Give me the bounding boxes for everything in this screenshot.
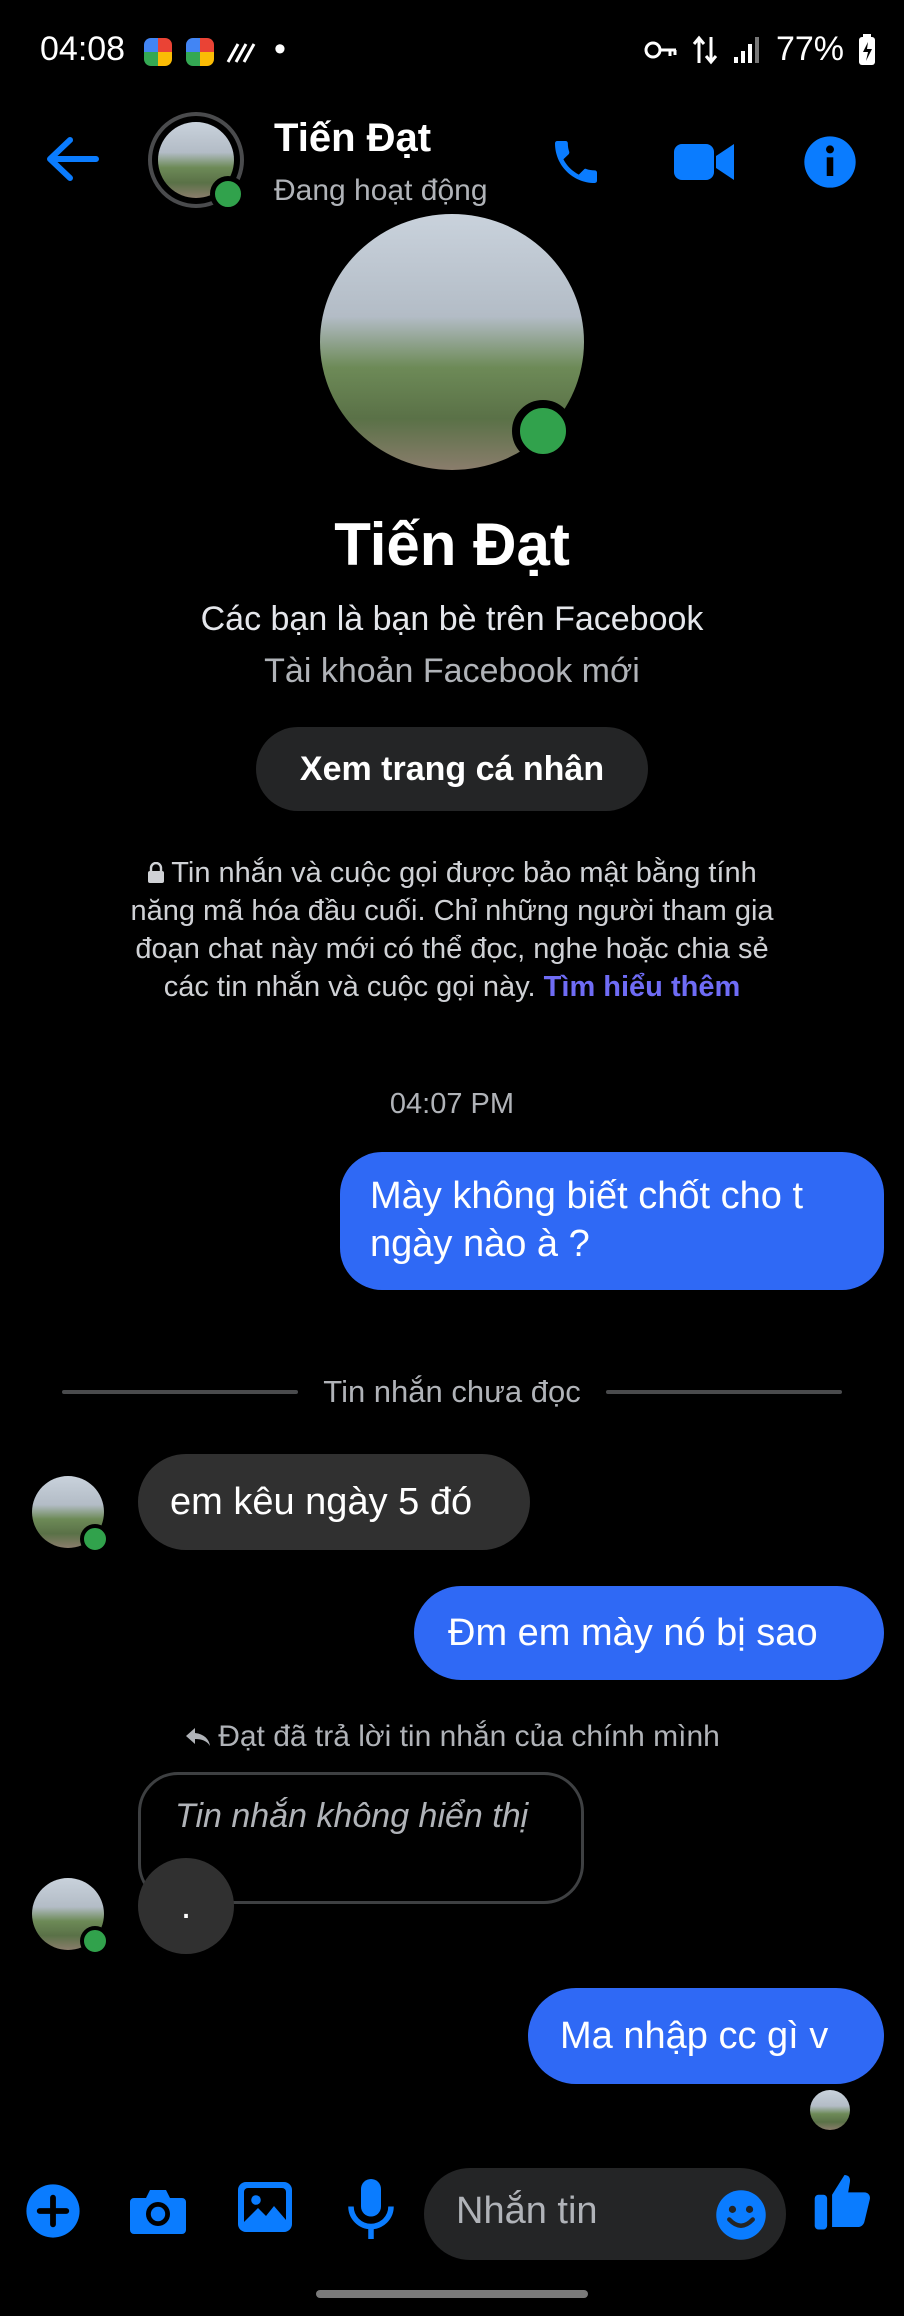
like-thumb-icon[interactable] xyxy=(812,2170,872,2232)
signal-icon xyxy=(733,36,759,63)
emoji-icon[interactable] xyxy=(714,2188,768,2242)
battery-icon xyxy=(859,33,875,65)
plus-icon[interactable] xyxy=(24,2182,82,2240)
phone-call-icon[interactable] xyxy=(548,134,604,190)
profile-name: Tiến Đạt xyxy=(334,511,570,578)
gallery-icon[interactable] xyxy=(236,2180,294,2234)
status-right: 77% xyxy=(644,30,876,69)
key-icon xyxy=(644,41,677,58)
learn-more-link[interactable]: Tìm hiểu thêm xyxy=(544,971,741,1003)
app-notification-icon xyxy=(144,38,172,66)
reply-note-text: Đạt đã trả lời tin nhắn của chính mình xyxy=(218,1720,720,1753)
incoming-message[interactable]: . xyxy=(138,1858,234,1954)
outgoing-message[interactable]: Đm em mày nó bị sao xyxy=(414,1586,884,1680)
app-notification-icon xyxy=(186,38,214,66)
status-time: 04:08 xyxy=(40,30,126,68)
camera-icon[interactable] xyxy=(128,2184,188,2236)
outgoing-message[interactable]: Mày không biết chốt cho t ngày nào à ? xyxy=(340,1152,884,1290)
sender-online-indicator xyxy=(80,1926,110,1956)
profile-online-indicator xyxy=(512,400,574,462)
message-timestamp: 04:07 PM xyxy=(389,1088,515,1120)
view-profile-button[interactable]: Xem trang cá nhân xyxy=(256,727,648,811)
read-receipt-avatar xyxy=(810,2090,850,2130)
header-online-indicator xyxy=(210,176,246,212)
data-transfer-icon xyxy=(692,35,718,64)
reply-arrow-icon xyxy=(186,1728,211,1746)
encryption-notice: Tin nhắn và cuộc gọi được bảo mật bằng t… xyxy=(130,854,774,1006)
message-input[interactable]: Nhắn tin xyxy=(424,2168,786,2260)
status-dot: • xyxy=(274,30,286,68)
message-text-line: ngày nào à ? xyxy=(370,1223,590,1265)
new-account-line: Tài khoản Facebook mới xyxy=(264,652,640,690)
home-indicator[interactable] xyxy=(316,2290,588,2298)
back-arrow-icon[interactable] xyxy=(44,134,100,184)
header-contact-name[interactable]: Tiến Đạt xyxy=(274,116,431,161)
message-text-line: Mày không biết chốt cho t xyxy=(370,1175,804,1217)
header-active-status: Đang hoạt động xyxy=(274,174,488,207)
unread-divider-line-right xyxy=(606,1390,842,1394)
sync-icon xyxy=(226,43,256,63)
incoming-message[interactable]: em kêu ngày 5 đó xyxy=(138,1454,530,1550)
battery-percent: 77% xyxy=(775,30,844,68)
lock-icon xyxy=(148,861,165,883)
video-call-icon[interactable] xyxy=(672,138,736,186)
info-icon[interactable] xyxy=(802,134,858,190)
outgoing-message[interactable]: Ma nhập cc gì v xyxy=(528,1988,884,2084)
sender-online-indicator xyxy=(80,1524,110,1554)
microphone-icon[interactable] xyxy=(346,2176,396,2242)
friends-line: Các bạn là bạn bè trên Facebook xyxy=(200,600,704,638)
reply-note: Đạt đã trả lời tin nhắn của chính mình xyxy=(0,1720,904,1754)
message-input-placeholder: Nhắn tin xyxy=(456,2190,598,2232)
